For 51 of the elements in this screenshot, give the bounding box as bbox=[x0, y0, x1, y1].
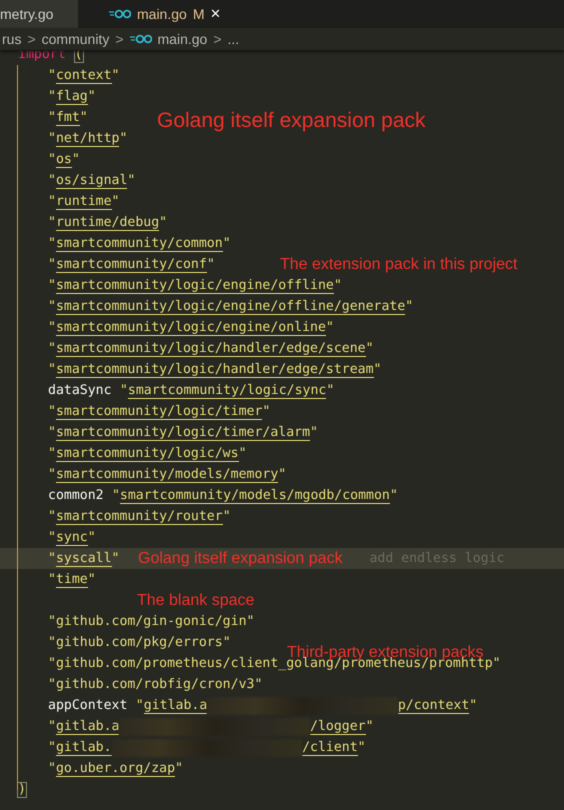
import-path: "runtime/debug" bbox=[48, 214, 168, 233]
import-path: "smartcommunity/logic/timer/alarm" bbox=[48, 424, 318, 443]
import-path: "fmt" bbox=[48, 109, 88, 128]
import-path: "net/http" bbox=[48, 130, 128, 149]
import-path: "smartcommunity/router" bbox=[48, 508, 231, 527]
import-path: "smartcommunity/logic/timer" bbox=[48, 403, 270, 422]
breadcrumb-separator: > bbox=[27, 31, 36, 47]
import-path: "smartcommunity/conf" bbox=[48, 256, 215, 275]
import-path: "smartcommunity/common" bbox=[48, 235, 231, 254]
breadcrumb-item[interactable]: community bbox=[42, 31, 110, 47]
import-path: "smartcommunity/models/memory" bbox=[48, 466, 286, 485]
import-path: "os/signal" bbox=[48, 172, 136, 191]
close-icon[interactable]: × bbox=[210, 4, 220, 24]
import-path: "smartcommunity/logic/sync" bbox=[120, 382, 334, 401]
annotation-text: The extension pack in this project bbox=[280, 256, 518, 274]
import-alias: common2 bbox=[48, 487, 104, 505]
import-path: /logger" bbox=[310, 718, 374, 737]
import-path: "flag" bbox=[48, 88, 96, 107]
breadcrumb-item[interactable]: ... bbox=[228, 31, 240, 47]
import-path: "smartcommunity/logic/ws" bbox=[48, 445, 247, 464]
import-path: "smartcommunity/logic/engine/offline" bbox=[48, 277, 342, 296]
import-alias: dataSync bbox=[48, 382, 112, 400]
import-path: "os" bbox=[48, 151, 80, 170]
import-keyword: import bbox=[17, 47, 66, 64]
import-path: "smartcommunity/logic/engine/offline/generate" bbox=[48, 298, 414, 317]
import-path: /client" bbox=[302, 739, 366, 758]
close-paren: ) bbox=[17, 782, 27, 798]
import-path: p/context" bbox=[398, 697, 478, 716]
import-path: "smartcommunity/models/mgodb/common" bbox=[112, 487, 398, 506]
modified-status-label: M bbox=[192, 6, 204, 22]
breadcrumb-separator: > bbox=[213, 31, 222, 47]
import-path: "github.com/gin-gonic/gin" bbox=[48, 613, 254, 631]
import-path: "syscall" bbox=[48, 550, 120, 569]
annotation-text: Golang itself expansion pack bbox=[138, 550, 343, 568]
breadcrumb-item[interactable]: rus bbox=[2, 31, 22, 47]
breadcrumb-item[interactable]: main.go bbox=[158, 31, 208, 47]
breadcrumb-separator: > bbox=[115, 31, 124, 47]
editor-tab[interactable]: metry.go bbox=[0, 0, 79, 28]
import-path: "smartcommunity/logic/handler/edge/stream" bbox=[48, 361, 382, 380]
import-path: "smartcommunity/logic/engine/online" bbox=[48, 319, 334, 338]
import-path: "smartcommunity/logic/handler/edge/scene" bbox=[48, 340, 374, 359]
annotation-text: The blank space bbox=[137, 592, 254, 610]
import-path: "time" bbox=[48, 571, 96, 590]
import-path: "context" bbox=[48, 67, 120, 86]
import-path: "go.uber.org/zap" bbox=[48, 760, 183, 779]
import-path: "github.com/robfig/cron/v3" bbox=[48, 676, 262, 694]
annotation-text: Golang itself expansion pack bbox=[157, 109, 426, 133]
import-alias: appContext bbox=[48, 697, 128, 715]
import-path: "runtime" bbox=[48, 193, 120, 212]
import-path: "github.com/pkg/errors" bbox=[48, 634, 231, 652]
import-path: "sync" bbox=[48, 529, 96, 548]
